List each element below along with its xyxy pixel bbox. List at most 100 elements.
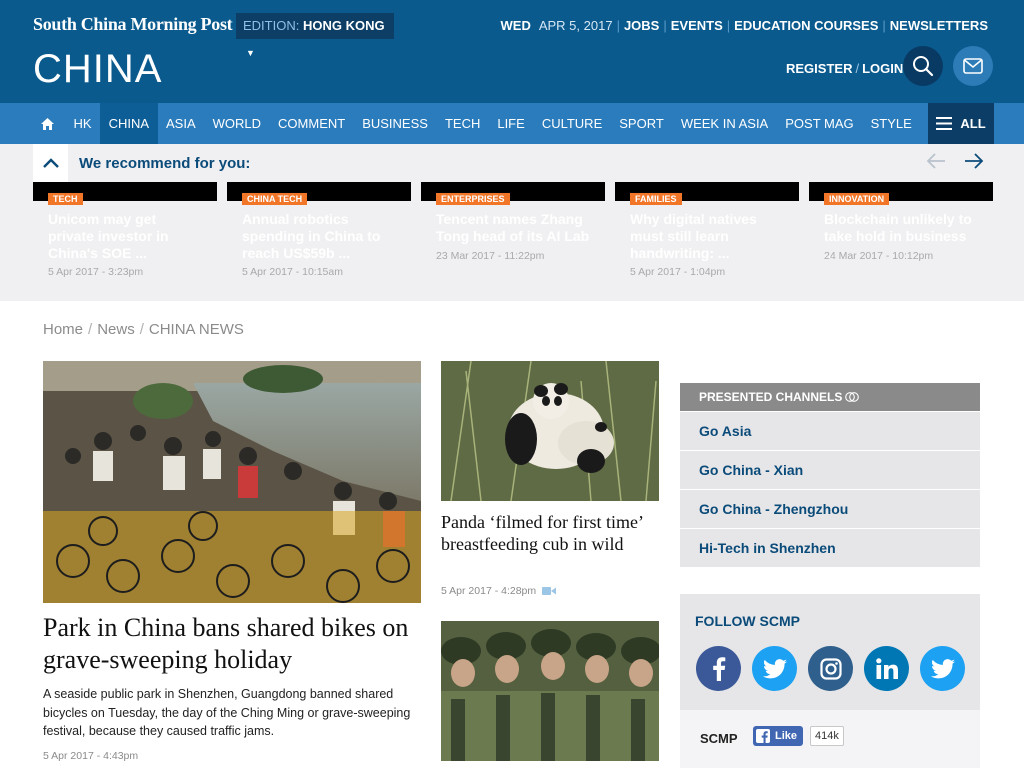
- newsletter-button[interactable]: [953, 46, 993, 86]
- panda-story-title[interactable]: Panda ‘filmed for first time’ breastfeed…: [441, 512, 663, 555]
- nav-all-button[interactable]: ALL: [928, 103, 994, 144]
- events-link[interactable]: EVENTS: [671, 18, 723, 33]
- nav-item-china[interactable]: CHINA: [100, 103, 158, 144]
- search-icon: [913, 56, 934, 77]
- home-icon: [41, 117, 54, 130]
- edition-selector[interactable]: EDITION: HONG KONG ▼: [236, 13, 394, 58]
- panda-story-time: 5 Apr 2017 - 4:28pm: [441, 585, 537, 597]
- facebook-like-row: SCMP Like 414k: [680, 710, 980, 768]
- facebook-button[interactable]: [696, 646, 741, 691]
- twitter-icon: [930, 658, 955, 678]
- login-link[interactable]: LOGIN: [862, 61, 903, 76]
- presented-channels: PRESENTED CHANNELS Go Asia Go China - Xi…: [680, 383, 980, 567]
- facebook-icon: [712, 656, 725, 681]
- fb-page-label: SCMP: [700, 731, 738, 746]
- fb-like-label: Like: [775, 730, 798, 742]
- twitter-icon: [762, 658, 787, 678]
- twitter-button[interactable]: [752, 646, 797, 691]
- nav-item-sport[interactable]: SPORT: [611, 103, 673, 144]
- recommend-card[interactable]: ENTERPRISES Tencent names Zhang Tong hea…: [421, 182, 605, 282]
- video-icon: [542, 587, 557, 595]
- channel-go-asia[interactable]: Go Asia: [680, 411, 980, 450]
- breadcrumb: Home / News / CHINA NEWS: [43, 321, 244, 338]
- lead-story-time: 5 Apr 2017 - 4:43pm: [43, 750, 139, 762]
- lead-story-image[interactable]: [43, 361, 421, 603]
- card-headline[interactable]: Annual robotics spending in China to rea…: [242, 211, 396, 262]
- nav-item-week-in-asia[interactable]: WEEK IN ASIA: [672, 103, 776, 144]
- section-title: CHINA: [33, 47, 163, 91]
- top-links-bar: WED APR 5, 2017 | JOBS | EVENTS | EDUCAT…: [500, 18, 989, 33]
- recommend-card[interactable]: INNOVATION Blockchain unlikely to take h…: [809, 182, 993, 282]
- category-tag: FAMILIES: [630, 193, 682, 205]
- search-button[interactable]: [903, 46, 943, 86]
- follow-title: FOLLOW SCMP: [695, 613, 800, 629]
- panda-photo: [441, 361, 659, 501]
- breadcrumb-current[interactable]: CHINA NEWS: [149, 321, 244, 338]
- card-time: 23 Mar 2017 - 11:22pm: [436, 250, 545, 262]
- breadcrumb-home[interactable]: Home: [43, 321, 83, 338]
- nav-item-tech[interactable]: TECH: [436, 103, 488, 144]
- military-story-image[interactable]: [441, 621, 659, 761]
- card-time: 5 Apr 2017 - 1:04pm: [630, 266, 726, 278]
- nav-item-world[interactable]: WORLD: [204, 103, 269, 144]
- nav-item-life[interactable]: LIFE: [489, 103, 533, 144]
- channel-hi-tech-shenzhen[interactable]: Hi-Tech in Shenzhen: [680, 528, 980, 567]
- education-courses-link[interactable]: EDUCATION COURSES: [734, 18, 878, 33]
- lead-story-summary: A seaside public park in Shenzhen, Guang…: [43, 687, 411, 738]
- card-headline[interactable]: Unicom may get private investor in China…: [48, 211, 202, 262]
- nav-item-hk[interactable]: HK: [65, 103, 100, 144]
- edition-value: HONG KONG: [302, 18, 385, 33]
- caret-down-icon: ▼: [246, 48, 255, 58]
- channel-go-china-xian[interactable]: Go China - Xian: [680, 450, 980, 489]
- newsletters-link[interactable]: NEWSLETTERS: [890, 18, 988, 33]
- nav-item-business[interactable]: BUSINESS: [354, 103, 437, 144]
- linkedin-icon: [875, 658, 898, 679]
- nav-all-label: ALL: [960, 116, 986, 131]
- channels-title: PRESENTED CHANNELS: [699, 390, 843, 404]
- follow-panel: FOLLOW SCMP SCMP Like 414k: [680, 594, 980, 768]
- arrow-right-icon[interactable]: [964, 152, 984, 170]
- site-logo[interactable]: South China Morning Post: [33, 14, 233, 35]
- linkedin-button[interactable]: [864, 646, 909, 691]
- nav-item-culture[interactable]: CULTURE: [533, 103, 610, 144]
- facebook-icon: [756, 729, 770, 743]
- jobs-link[interactable]: JOBS: [624, 18, 659, 33]
- nav-item-style[interactable]: STYLE: [862, 103, 920, 144]
- instagram-icon: [819, 657, 842, 680]
- recommend-card[interactable]: FAMILIES Why digital natives must still …: [615, 182, 799, 282]
- category-tag: CHINA TECH: [242, 193, 308, 205]
- nav-item-comment[interactable]: COMMENT: [270, 103, 354, 144]
- arrow-left-icon[interactable]: [926, 152, 946, 170]
- panda-story-image[interactable]: [441, 361, 659, 501]
- card-headline[interactable]: Tencent names Zhang Tong head of its AI …: [436, 211, 590, 245]
- recommend-card[interactable]: CHINA TECH Annual robotics spending in C…: [227, 182, 411, 282]
- nav-item-asia[interactable]: ASIA: [158, 103, 205, 144]
- card-time: 5 Apr 2017 - 3:23pm: [48, 266, 144, 278]
- card-headline[interactable]: Why digital natives must still learn han…: [630, 211, 784, 262]
- chevron-up-icon: [42, 158, 59, 168]
- recommend-title: We recommend for you:: [79, 154, 251, 172]
- info-icon[interactable]: [845, 391, 860, 403]
- category-tag: TECH: [48, 193, 83, 205]
- fb-like-button[interactable]: Like: [753, 726, 804, 746]
- breadcrumb-news[interactable]: News: [97, 321, 135, 338]
- recommend-header: We recommend for you:: [33, 144, 250, 182]
- site-header: South China Morning Post EDITION: HONG K…: [0, 0, 1024, 103]
- lead-story-title[interactable]: Park in China bans shared bikes on grave…: [43, 612, 423, 676]
- channel-go-china-zhengzhou[interactable]: Go China - Zhengzhou: [680, 489, 980, 528]
- card-time: 5 Apr 2017 - 10:15am: [242, 266, 343, 278]
- recommend-card[interactable]: TECH Unicom may get private investor in …: [33, 182, 217, 282]
- fb-like-count: 414k: [810, 726, 844, 746]
- collapse-button[interactable]: [33, 144, 68, 182]
- edition-label: EDITION:: [243, 18, 300, 33]
- main-nav: HK CHINA ASIA WORLD COMMENT BUSINESS TEC…: [0, 103, 1024, 144]
- current-date: APR 5, 2017: [538, 18, 613, 33]
- twitter-button[interactable]: [920, 646, 965, 691]
- category-tag: INNOVATION: [824, 193, 890, 205]
- category-tag: ENTERPRISES: [436, 193, 510, 205]
- instagram-button[interactable]: [808, 646, 853, 691]
- register-link[interactable]: REGISTER: [786, 61, 852, 76]
- carousel-controls: [926, 152, 984, 170]
- nav-item-post-mag[interactable]: POST MAG: [777, 103, 862, 144]
- nav-home[interactable]: [30, 103, 65, 144]
